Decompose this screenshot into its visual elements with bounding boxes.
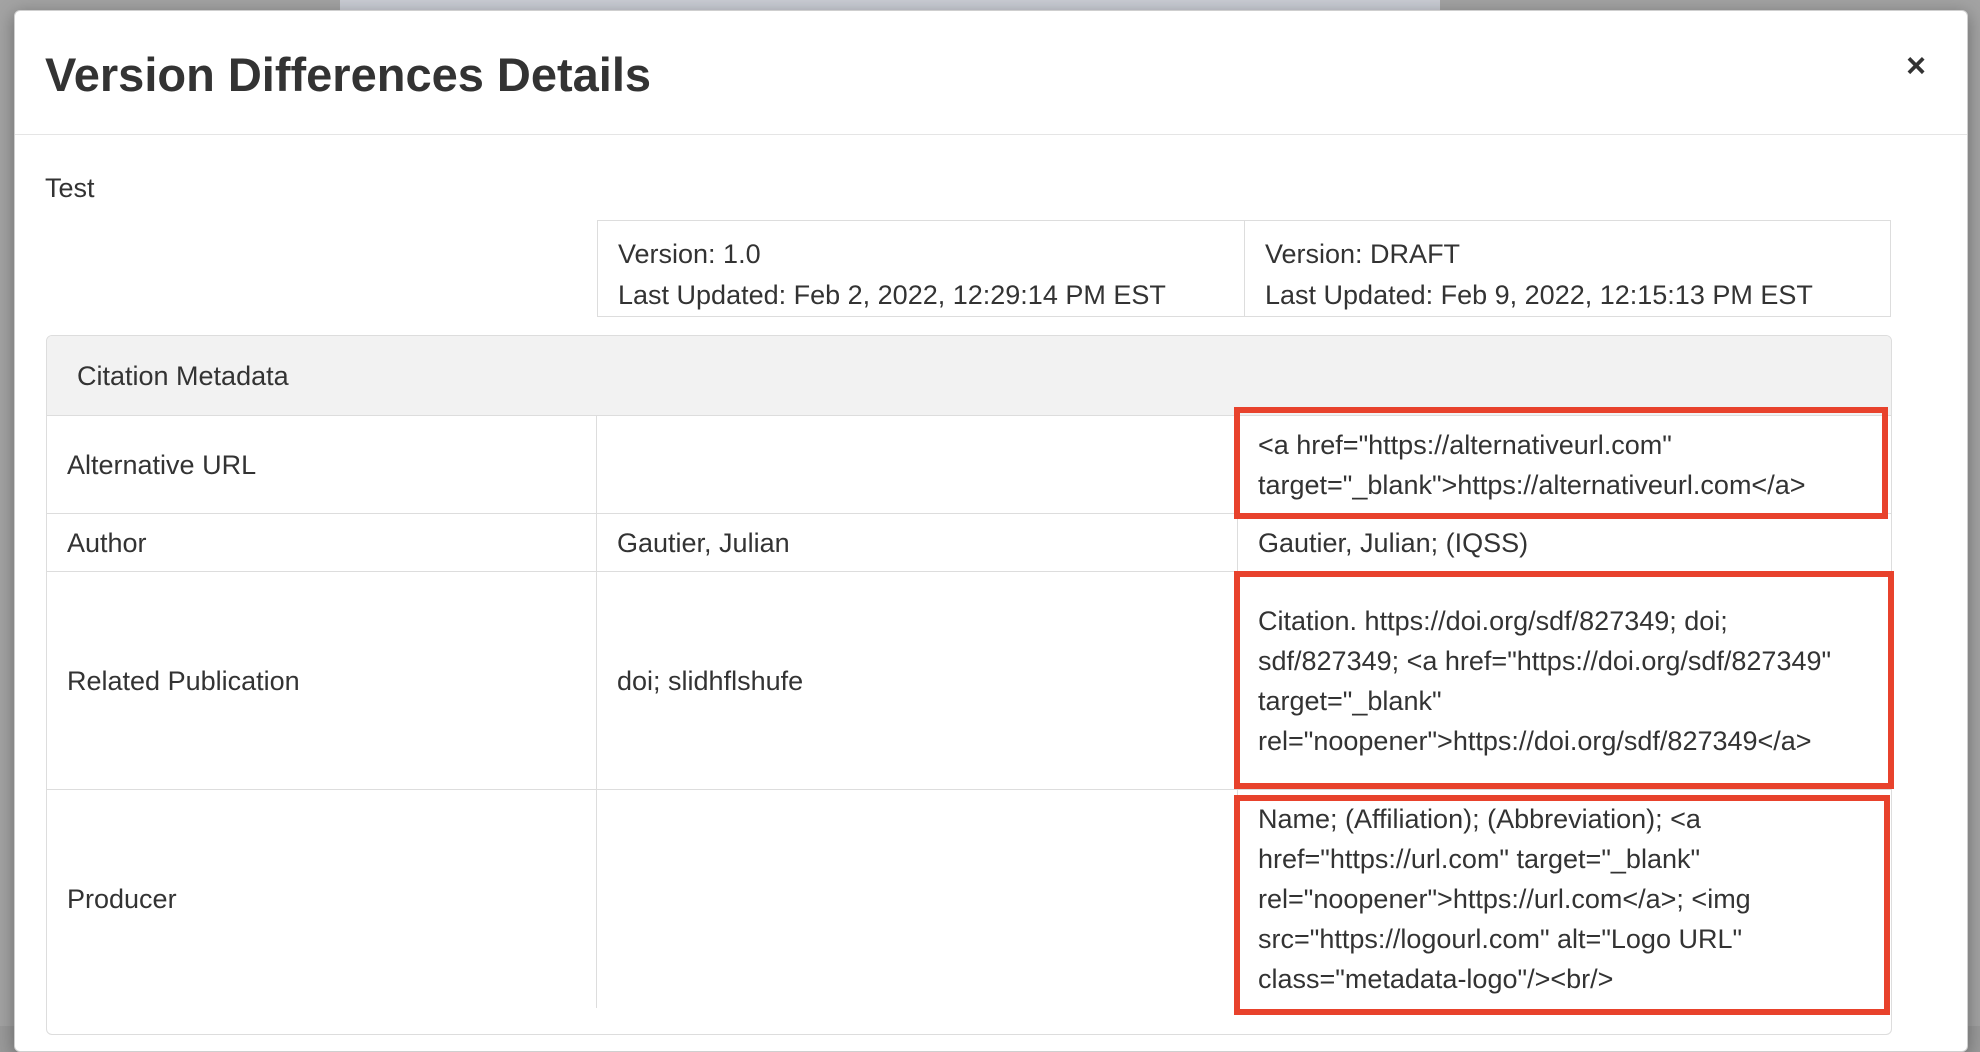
old-value	[597, 790, 1238, 1008]
field-label: Alternative URL	[47, 416, 597, 513]
modal-title: Version Differences Details	[45, 48, 652, 101]
field-label: Producer	[47, 790, 597, 1008]
version-number: Version: 1.0	[618, 239, 761, 269]
citation-metadata-panel: Citation Metadata Alternative URL <a hre…	[46, 335, 1892, 1035]
new-value: Citation. https://doi.org/sdf/827349; do…	[1258, 605, 1832, 756]
version-header-table: Version: 1.0 Last Updated: Feb 2, 2022, …	[597, 220, 1891, 317]
version-last-updated: Last Updated: Feb 2, 2022, 12:29:14 PM E…	[618, 280, 1166, 310]
version-differences-modal: Version Differences Details × Test Versi…	[14, 10, 1968, 1052]
version-column-old: Version: 1.0 Last Updated: Feb 2, 2022, …	[598, 221, 1244, 316]
diff-row-author: Author Gautier, Julian Gautier, Julian; …	[47, 514, 1891, 572]
new-value: <a href="https://alternativeurl.com" tar…	[1258, 429, 1806, 500]
panel-heading: Citation Metadata	[47, 336, 1891, 416]
new-value: Gautier, Julian; (IQSS)	[1258, 527, 1529, 558]
field-label: Related Publication	[47, 572, 597, 789]
diff-row-alternative-url: Alternative URL <a href="https://alterna…	[47, 416, 1891, 514]
close-icon[interactable]: ×	[1901, 49, 1931, 83]
dataset-name: Test	[45, 173, 95, 203]
new-value: Name; (Affiliation); (Abbreviation); <a …	[1258, 804, 1751, 994]
old-value: doi; slidhflshufe	[597, 572, 1238, 789]
version-column-new: Version: DRAFT Last Updated: Feb 9, 2022…	[1244, 221, 1890, 316]
version-last-updated: Last Updated: Feb 9, 2022, 12:15:13 PM E…	[1265, 280, 1813, 310]
field-label: Author	[47, 514, 597, 571]
old-value	[597, 416, 1238, 513]
diff-row-related-publication: Related Publication doi; slidhflshufe Ci…	[47, 572, 1891, 790]
old-value: Gautier, Julian	[597, 514, 1238, 571]
background-header-strip	[340, 0, 1440, 10]
modal-header: Version Differences Details ×	[15, 11, 1967, 135]
version-number: Version: DRAFT	[1265, 239, 1461, 269]
diff-row-producer: Producer Name; (Affiliation); (Abbreviat…	[47, 790, 1891, 1008]
